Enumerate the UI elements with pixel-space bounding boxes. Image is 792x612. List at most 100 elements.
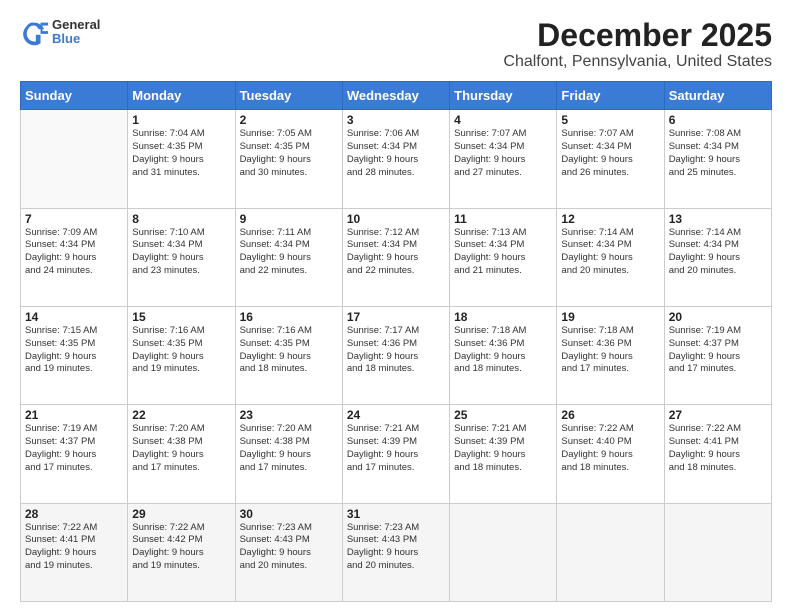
day-info: Sunrise: 7:22 AMSunset: 4:41 PMDaylight:… (669, 423, 767, 474)
calendar-cell: 12Sunrise: 7:14 AMSunset: 4:34 PMDayligh… (557, 208, 664, 306)
calendar-week-2: 7Sunrise: 7:09 AMSunset: 4:34 PMDaylight… (21, 208, 772, 306)
day-info: Sunrise: 7:09 AMSunset: 4:34 PMDaylight:… (25, 227, 123, 278)
day-info: Sunrise: 7:17 AMSunset: 4:36 PMDaylight:… (347, 325, 445, 376)
day-info: Sunrise: 7:04 AMSunset: 4:35 PMDaylight:… (132, 128, 230, 179)
day-info: Sunrise: 7:22 AMSunset: 4:40 PMDaylight:… (561, 423, 659, 474)
day-info: Sunrise: 7:23 AMSunset: 4:43 PMDaylight:… (347, 522, 445, 573)
page: General Blue December 2025 Chalfont, Pen… (0, 0, 792, 612)
col-wednesday: Wednesday (342, 82, 449, 110)
day-number: 29 (132, 507, 230, 521)
calendar-cell: 18Sunrise: 7:18 AMSunset: 4:36 PMDayligh… (450, 306, 557, 404)
day-number: 18 (454, 310, 552, 324)
day-info: Sunrise: 7:18 AMSunset: 4:36 PMDaylight:… (454, 325, 552, 376)
day-info: Sunrise: 7:12 AMSunset: 4:34 PMDaylight:… (347, 227, 445, 278)
header: General Blue December 2025 Chalfont, Pen… (20, 18, 772, 71)
calendar-cell: 16Sunrise: 7:16 AMSunset: 4:35 PMDayligh… (235, 306, 342, 404)
col-sunday: Sunday (21, 82, 128, 110)
day-info: Sunrise: 7:20 AMSunset: 4:38 PMDaylight:… (132, 423, 230, 474)
day-number: 31 (347, 507, 445, 521)
day-info: Sunrise: 7:19 AMSunset: 4:37 PMDaylight:… (669, 325, 767, 376)
day-info: Sunrise: 7:07 AMSunset: 4:34 PMDaylight:… (454, 128, 552, 179)
day-info: Sunrise: 7:14 AMSunset: 4:34 PMDaylight:… (669, 227, 767, 278)
col-saturday: Saturday (664, 82, 771, 110)
day-number: 15 (132, 310, 230, 324)
calendar-cell: 7Sunrise: 7:09 AMSunset: 4:34 PMDaylight… (21, 208, 128, 306)
day-number: 21 (25, 408, 123, 422)
day-number: 5 (561, 113, 659, 127)
day-info: Sunrise: 7:07 AMSunset: 4:34 PMDaylight:… (561, 128, 659, 179)
day-info: Sunrise: 7:08 AMSunset: 4:34 PMDaylight:… (669, 128, 767, 179)
calendar-cell: 17Sunrise: 7:17 AMSunset: 4:36 PMDayligh… (342, 306, 449, 404)
day-number: 23 (240, 408, 338, 422)
logo-blue-text: Blue (52, 32, 100, 46)
calendar-cell: 24Sunrise: 7:21 AMSunset: 4:39 PMDayligh… (342, 405, 449, 503)
day-info: Sunrise: 7:06 AMSunset: 4:34 PMDaylight:… (347, 128, 445, 179)
day-info: Sunrise: 7:21 AMSunset: 4:39 PMDaylight:… (454, 423, 552, 474)
calendar-week-3: 14Sunrise: 7:15 AMSunset: 4:35 PMDayligh… (21, 306, 772, 404)
calendar-cell (21, 110, 128, 208)
calendar-cell: 30Sunrise: 7:23 AMSunset: 4:43 PMDayligh… (235, 503, 342, 601)
day-info: Sunrise: 7:10 AMSunset: 4:34 PMDaylight:… (132, 227, 230, 278)
day-info: Sunrise: 7:05 AMSunset: 4:35 PMDaylight:… (240, 128, 338, 179)
day-number: 7 (25, 212, 123, 226)
day-info: Sunrise: 7:19 AMSunset: 4:37 PMDaylight:… (25, 423, 123, 474)
calendar: Sunday Monday Tuesday Wednesday Thursday… (20, 81, 772, 602)
day-number: 14 (25, 310, 123, 324)
col-friday: Friday (557, 82, 664, 110)
calendar-cell: 5Sunrise: 7:07 AMSunset: 4:34 PMDaylight… (557, 110, 664, 208)
calendar-cell: 29Sunrise: 7:22 AMSunset: 4:42 PMDayligh… (128, 503, 235, 601)
day-number: 8 (132, 212, 230, 226)
day-number: 28 (25, 507, 123, 521)
day-number: 2 (240, 113, 338, 127)
day-number: 24 (347, 408, 445, 422)
calendar-cell: 28Sunrise: 7:22 AMSunset: 4:41 PMDayligh… (21, 503, 128, 601)
calendar-week-5: 28Sunrise: 7:22 AMSunset: 4:41 PMDayligh… (21, 503, 772, 601)
calendar-week-1: 1Sunrise: 7:04 AMSunset: 4:35 PMDaylight… (21, 110, 772, 208)
calendar-cell: 10Sunrise: 7:12 AMSunset: 4:34 PMDayligh… (342, 208, 449, 306)
calendar-cell: 31Sunrise: 7:23 AMSunset: 4:43 PMDayligh… (342, 503, 449, 601)
day-number: 20 (669, 310, 767, 324)
day-info: Sunrise: 7:21 AMSunset: 4:39 PMDaylight:… (347, 423, 445, 474)
calendar-cell (664, 503, 771, 601)
col-monday: Monday (128, 82, 235, 110)
day-number: 27 (669, 408, 767, 422)
calendar-cell: 2Sunrise: 7:05 AMSunset: 4:35 PMDaylight… (235, 110, 342, 208)
day-info: Sunrise: 7:15 AMSunset: 4:35 PMDaylight:… (25, 325, 123, 376)
calendar-cell: 27Sunrise: 7:22 AMSunset: 4:41 PMDayligh… (664, 405, 771, 503)
day-info: Sunrise: 7:23 AMSunset: 4:43 PMDaylight:… (240, 522, 338, 573)
day-number: 6 (669, 113, 767, 127)
day-info: Sunrise: 7:14 AMSunset: 4:34 PMDaylight:… (561, 227, 659, 278)
day-number: 11 (454, 212, 552, 226)
day-number: 13 (669, 212, 767, 226)
day-info: Sunrise: 7:20 AMSunset: 4:38 PMDaylight:… (240, 423, 338, 474)
day-number: 1 (132, 113, 230, 127)
calendar-header-row: Sunday Monday Tuesday Wednesday Thursday… (21, 82, 772, 110)
calendar-cell: 8Sunrise: 7:10 AMSunset: 4:34 PMDaylight… (128, 208, 235, 306)
day-number: 26 (561, 408, 659, 422)
day-number: 22 (132, 408, 230, 422)
day-info: Sunrise: 7:13 AMSunset: 4:34 PMDaylight:… (454, 227, 552, 278)
day-number: 17 (347, 310, 445, 324)
logo-text: General Blue (52, 18, 100, 47)
day-info: Sunrise: 7:18 AMSunset: 4:36 PMDaylight:… (561, 325, 659, 376)
calendar-cell: 6Sunrise: 7:08 AMSunset: 4:34 PMDaylight… (664, 110, 771, 208)
calendar-cell: 3Sunrise: 7:06 AMSunset: 4:34 PMDaylight… (342, 110, 449, 208)
col-thursday: Thursday (450, 82, 557, 110)
calendar-cell: 4Sunrise: 7:07 AMSunset: 4:34 PMDaylight… (450, 110, 557, 208)
logo: General Blue (20, 18, 100, 47)
calendar-cell (557, 503, 664, 601)
day-number: 16 (240, 310, 338, 324)
calendar-cell: 11Sunrise: 7:13 AMSunset: 4:34 PMDayligh… (450, 208, 557, 306)
day-info: Sunrise: 7:22 AMSunset: 4:42 PMDaylight:… (132, 522, 230, 573)
day-number: 3 (347, 113, 445, 127)
col-tuesday: Tuesday (235, 82, 342, 110)
calendar-cell: 25Sunrise: 7:21 AMSunset: 4:39 PMDayligh… (450, 405, 557, 503)
logo-general-text: General (52, 18, 100, 32)
page-subtitle: Chalfont, Pennsylvania, United States (503, 53, 772, 71)
day-info: Sunrise: 7:11 AMSunset: 4:34 PMDaylight:… (240, 227, 338, 278)
calendar-cell: 19Sunrise: 7:18 AMSunset: 4:36 PMDayligh… (557, 306, 664, 404)
calendar-cell: 15Sunrise: 7:16 AMSunset: 4:35 PMDayligh… (128, 306, 235, 404)
calendar-cell: 26Sunrise: 7:22 AMSunset: 4:40 PMDayligh… (557, 405, 664, 503)
calendar-cell: 13Sunrise: 7:14 AMSunset: 4:34 PMDayligh… (664, 208, 771, 306)
day-number: 9 (240, 212, 338, 226)
